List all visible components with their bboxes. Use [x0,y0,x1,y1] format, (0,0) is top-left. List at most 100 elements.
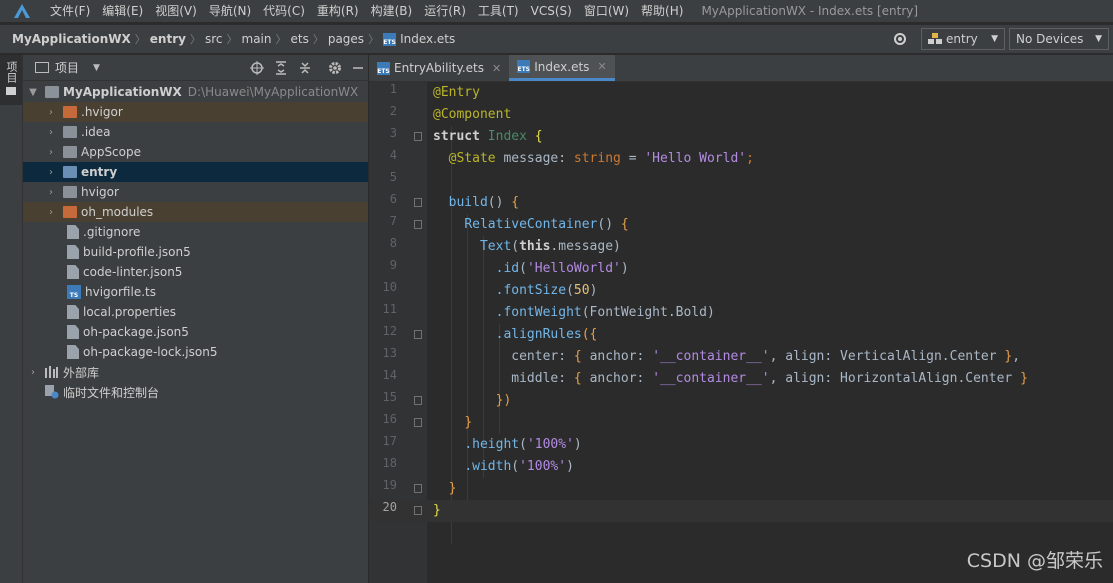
line-number: 8 [389,236,397,250]
chevron-right-icon[interactable]: › [45,207,57,218]
watermark: CSDN @邹荣乐 [966,550,1103,572]
code-line: struct Index { [433,129,543,144]
breadcrumb-entry[interactable]: entry [150,32,186,46]
menu-code[interactable]: 代码(C) [257,0,311,22]
tree-item-label: local.properties [83,305,177,319]
line-number: 20 [382,500,397,514]
tree-item-root[interactable]: ▼ MyApplicationWX D:\Huawei\MyApplicatio… [23,82,368,102]
breadcrumb-ets[interactable]: ets [290,32,308,46]
tree-item-oh-package[interactable]: oh-package.json5 [23,322,368,342]
breadcrumb-main[interactable]: main [242,32,272,46]
tab-label: EntryAbility.ets [394,61,485,75]
tree-item-hvigor-hidden[interactable]: › .hvigor [23,102,368,122]
tree-item-hvigorfile[interactable]: TS hvigorfile.ts [23,282,368,302]
chevron-right-icon[interactable]: › [45,187,57,198]
tree-item-label: AppScope [81,145,141,159]
gutter-line: 12 [369,324,427,346]
tree-item-path: D:\Huawei\MyApplicationWX [187,85,359,99]
ets-file-icon: ETS [377,61,390,75]
settings-gear-icon[interactable] [328,61,342,75]
properties-file-icon [67,305,79,319]
fold-marker-icon[interactable] [414,484,422,493]
tree-item-appscope[interactable]: › AppScope [23,142,368,162]
chevron-right-icon[interactable]: › [45,107,57,118]
project-panel: 项目 ▼ ▼ MyApplicationWX D:\Huawei\MyAppli… [23,55,368,583]
breadcrumb-file[interactable]: Index.ets [400,32,455,46]
expand-all-icon[interactable] [274,60,288,75]
chevron-down-icon[interactable]: ▼ [27,87,39,98]
tree-item-external-libraries[interactable]: › 外部库 [23,362,368,382]
chevron-right-icon[interactable]: › [45,167,57,178]
menu-tools[interactable]: 工具(T) [472,0,525,22]
device-select[interactable]: No Devices ▼ [1009,28,1109,50]
project-panel-title[interactable]: 项目 [55,59,79,76]
locate-icon[interactable] [250,60,264,75]
menu-window[interactable]: 窗口(W) [578,0,635,22]
breadcrumb-pages[interactable]: pages [328,32,364,46]
menu-vcs[interactable]: VCS(S) [525,0,578,22]
chevron-right-icon[interactable]: › [45,127,57,138]
tree-item-oh-package-lock[interactable]: oh-package-lock.json5 [23,342,368,362]
fold-marker-icon[interactable] [414,220,422,229]
breadcrumb-src[interactable]: src [205,32,223,46]
gutter-line: 11 [369,302,427,324]
tree-item-idea[interactable]: › .idea [23,122,368,142]
menu-edit[interactable]: 编辑(E) [96,0,149,22]
tree-item-hvigor[interactable]: › hvigor [23,182,368,202]
tree-item-scratches[interactable]: 临时文件和控制台 [23,382,368,402]
collapse-all-icon[interactable] [298,61,312,75]
left-tool-strip: 项目 [0,55,23,583]
editor-area: ETS EntryAbility.ets ✕ ETS Index.ets ✕ 1… [369,55,1113,583]
fold-marker-icon[interactable] [414,132,422,141]
menu-help[interactable]: 帮助(H) [635,0,689,22]
tab-entryability[interactable]: ETS EntryAbility.ets ✕ [369,55,509,81]
hide-minus-icon[interactable] [352,61,364,75]
code-editor[interactable]: @Entry @Component struct Index { @State … [427,82,1113,583]
line-number: 17 [382,434,397,448]
line-number: 14 [382,368,397,382]
fold-marker-icon[interactable] [414,418,422,427]
tree-item-local-properties[interactable]: local.properties [23,302,368,322]
tree-item-label: entry [81,165,118,179]
code-line: @Component [433,107,512,122]
project-tool-tab[interactable]: 项目 [0,55,22,105]
menu-build[interactable]: 构建(B) [365,0,419,22]
menu-navigate[interactable]: 导航(N) [203,0,257,22]
menu-run[interactable]: 运行(R) [418,0,472,22]
target-icon[interactable] [893,32,907,46]
line-number: 5 [389,170,397,184]
dropdown-arrow-icon: ▼ [1095,34,1102,44]
tree-item-gitignore[interactable]: .gitignore [23,222,368,242]
menu-file[interactable]: 文件(F) [44,0,96,22]
tree-item-code-linter[interactable]: code-linter.json5 [23,262,368,282]
dropdown-arrow-icon[interactable]: ▼ [93,63,100,73]
tree-item-oh-modules[interactable]: › oh_modules [23,202,368,222]
gutter-line: 8 [369,236,427,258]
chevron-right-icon: 〉 [312,33,324,46]
menu-view[interactable]: 视图(V) [149,0,203,22]
close-icon[interactable]: ✕ [597,60,606,73]
project-toolbar [250,55,364,80]
fold-marker-icon[interactable] [414,506,422,515]
run-config-select[interactable]: entry ▼ [921,28,1005,50]
chevron-right-icon[interactable]: › [27,367,39,378]
close-icon[interactable]: ✕ [492,62,501,75]
line-number: 1 [389,82,397,96]
menu-refactor[interactable]: 重构(R) [311,0,365,22]
folder-icon [63,106,77,118]
fold-marker-icon[interactable] [414,330,422,339]
tree-item-entry[interactable]: › entry [23,162,368,182]
tree-item-build-profile[interactable]: build-profile.json5 [23,242,368,262]
chevron-right-icon[interactable]: › [45,147,57,158]
tab-index[interactable]: ETS Index.ets ✕ [509,55,615,81]
code-line: build() { [448,195,520,210]
fold-marker-icon[interactable] [414,396,422,405]
gutter-line: 17 [369,434,427,456]
code-line: } [464,415,473,430]
code-line: @Entry [433,85,480,100]
fold-marker-icon[interactable] [414,198,422,207]
tree-item-label: oh_modules [81,205,154,219]
json-file-icon [67,245,79,259]
breadcrumb-project[interactable]: MyApplicationWX [12,32,131,46]
